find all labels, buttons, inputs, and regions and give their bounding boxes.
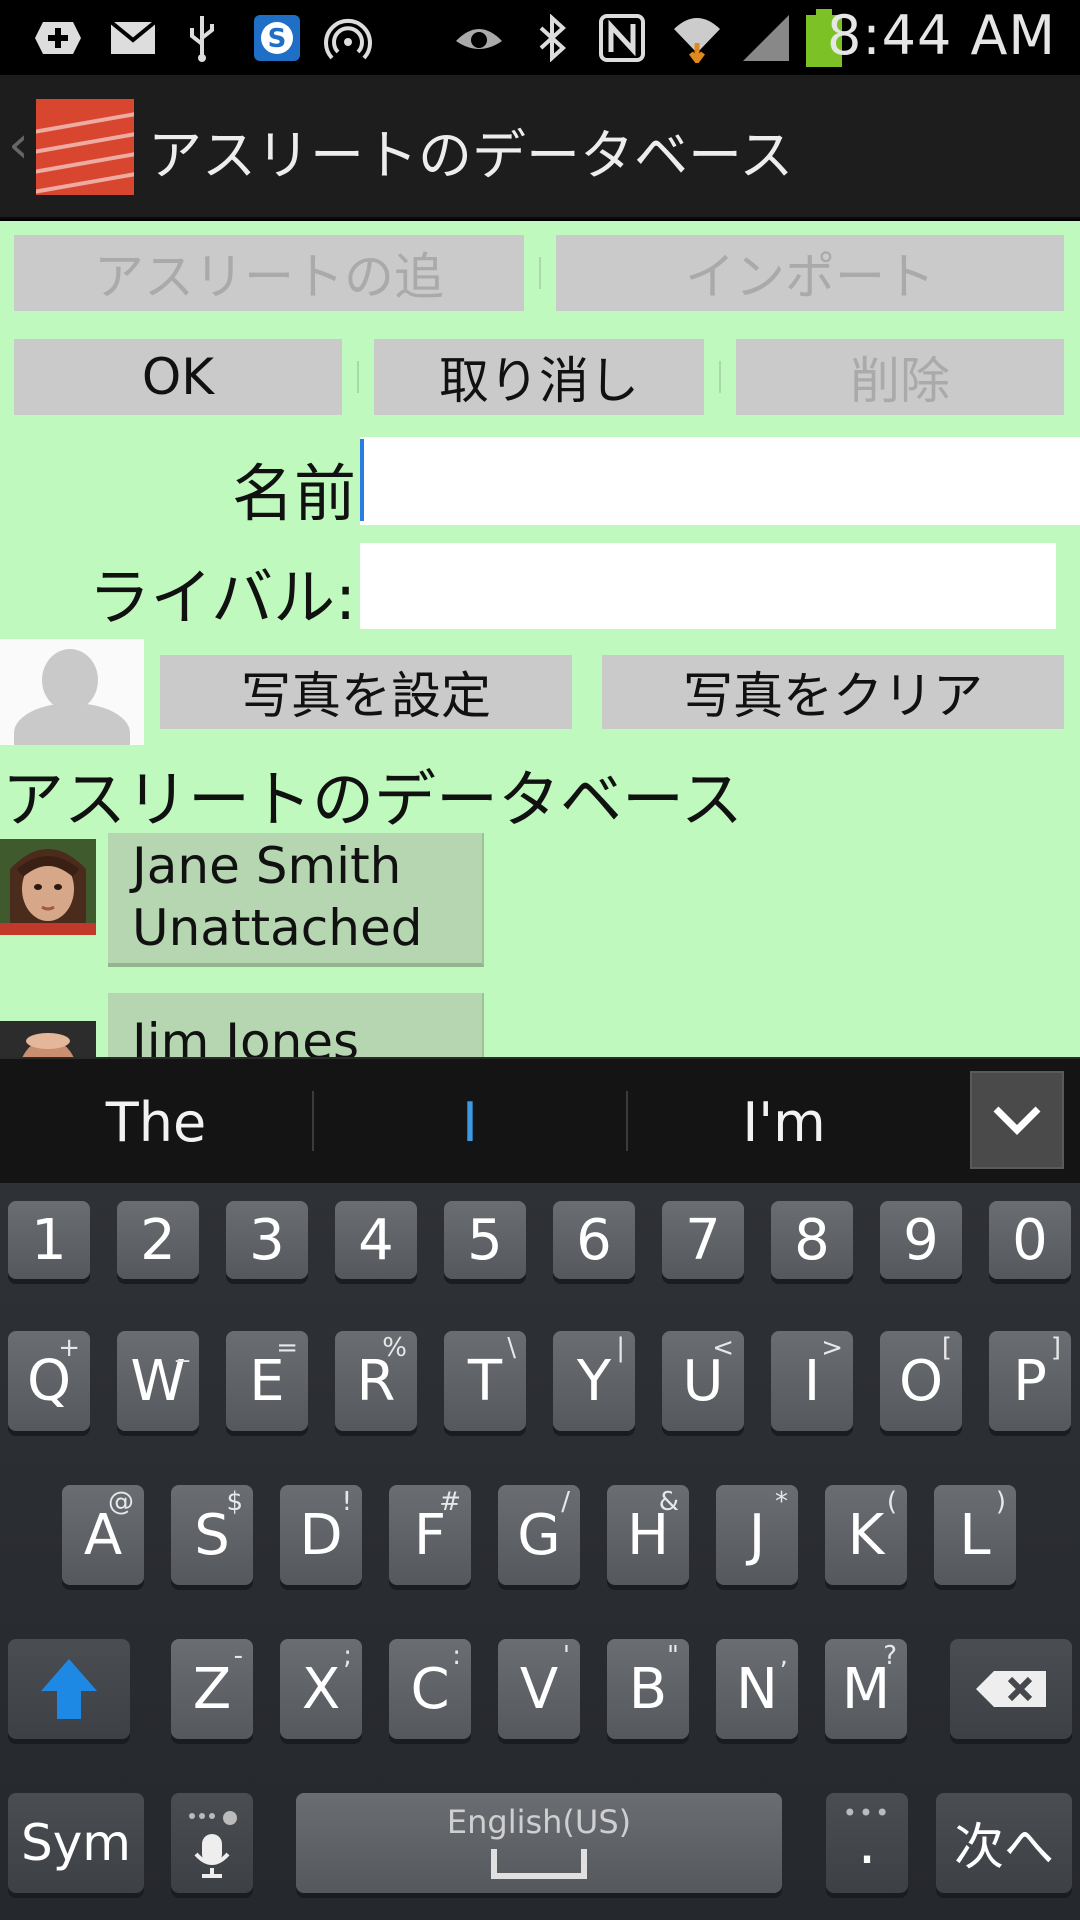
key-6[interactable]: 6 (553, 1201, 635, 1279)
suggestion-bar: The I I'm (0, 1057, 1080, 1183)
clear-photo-button[interactable]: 写真をクリア (602, 655, 1064, 729)
athlete-photo[interactable] (0, 839, 96, 935)
key-h[interactable]: & H (607, 1485, 689, 1585)
add-athlete-button[interactable]: アスリートの追 (14, 235, 524, 311)
period-key[interactable]: ••• . (826, 1793, 908, 1893)
action-bar: ‹ アスリートのデータベース (0, 75, 1080, 219)
set-photo-button[interactable]: 写真を設定 (160, 655, 572, 729)
key-i[interactable]: > I (771, 1331, 853, 1431)
key-1[interactable]: 1 (8, 1201, 90, 1279)
space-language-label: English(US) (446, 1803, 632, 1841)
backspace-icon (976, 1671, 1046, 1707)
skype-icon: S (252, 10, 302, 66)
status-bar: S 8:44 AM (0, 0, 1080, 75)
athlete-name: Jane Smith (132, 837, 402, 895)
app-logo-icon[interactable] (36, 99, 134, 195)
photo-placeholder (0, 639, 144, 745)
status-time: 8:44 AM (827, 4, 1056, 67)
key-9[interactable]: 9 (880, 1201, 962, 1279)
key-t[interactable]: \ T (444, 1331, 526, 1431)
key-l[interactable]: ) L (934, 1485, 1016, 1585)
sym-key[interactable]: Sym (8, 1793, 144, 1893)
chevron-down-icon (993, 1106, 1041, 1135)
athlete-form: アスリートの追 インポート OK 取り消し 削除 名前 ライバル: 写真を設定 … (0, 221, 1080, 1057)
athlete-name: Jim Jones (132, 1013, 360, 1057)
name-field[interactable] (360, 437, 1080, 525)
rival-label: ライバル: (88, 561, 356, 634)
key-4[interactable]: 4 (335, 1201, 417, 1279)
suggestion[interactable]: I'm (628, 1059, 940, 1185)
cancel-button[interactable]: 取り消し (374, 339, 704, 415)
key-f[interactable]: # F (389, 1485, 471, 1585)
backspace-key[interactable] (950, 1639, 1072, 1739)
app-title: アスリートのデータベース (148, 124, 794, 187)
athlete-photo[interactable] (0, 1021, 96, 1057)
bluetooth-icon (530, 10, 574, 66)
key-g[interactable]: / G (498, 1485, 580, 1585)
key-y[interactable]: | Y (553, 1331, 635, 1431)
key-m[interactable]: ? M (825, 1639, 907, 1739)
divider (719, 361, 721, 393)
key-w[interactable]: _ W (117, 1331, 199, 1431)
key-q[interactable]: + Q (8, 1331, 90, 1431)
key-3[interactable]: 3 (226, 1201, 308, 1279)
divider (357, 361, 359, 393)
nfc-icon (596, 10, 648, 66)
voice-input-key[interactable] (171, 1793, 253, 1893)
key-v[interactable]: ' V (498, 1639, 580, 1739)
key-5[interactable]: 5 (444, 1201, 526, 1279)
ok-button[interactable]: OK (14, 339, 342, 415)
text-cursor (360, 439, 364, 521)
next-key[interactable]: 次へ (936, 1793, 1072, 1893)
back-caret-icon[interactable]: ‹ (8, 115, 29, 175)
athlete-list-title: アスリートのデータベース (2, 763, 743, 836)
athlete-card[interactable]: Jim Jones (108, 993, 484, 1057)
delete-button[interactable]: 削除 (736, 339, 1064, 415)
key-u[interactable]: < U (662, 1331, 744, 1431)
hotspot-icon (322, 10, 374, 66)
space-bar-icon (491, 1849, 587, 1879)
suggestion[interactable]: The (0, 1059, 312, 1185)
key-0[interactable]: 0 (989, 1201, 1071, 1279)
key-k[interactable]: (K (825, 1485, 907, 1585)
key-r[interactable]: % R (335, 1331, 417, 1431)
svg-text:S: S (268, 24, 287, 54)
key-s[interactable]: $ S (171, 1485, 253, 1585)
key-o[interactable]: [O (880, 1331, 962, 1431)
space-key[interactable]: English(US) (296, 1793, 782, 1893)
import-button[interactable]: インポート (556, 235, 1064, 311)
key-p[interactable]: ] P (989, 1331, 1071, 1431)
eye-icon (452, 10, 506, 66)
key-z[interactable]: -Z (171, 1639, 253, 1739)
usb-icon (180, 10, 224, 66)
mail-icon (106, 10, 160, 66)
divider (539, 257, 541, 289)
microphone-icon (189, 1811, 237, 1878)
shift-arrow-icon (41, 1659, 97, 1719)
athlete-card[interactable]: Jane Smith Unattached (108, 833, 484, 967)
collapse-suggestions-button[interactable] (970, 1071, 1064, 1169)
signal-icon (740, 10, 792, 66)
name-label: 名前 (231, 457, 356, 530)
key-j[interactable]: * J (716, 1485, 798, 1585)
add-notification-icon (30, 10, 86, 66)
key-7[interactable]: 7 (662, 1201, 744, 1279)
key-x[interactable]: ; X (280, 1639, 362, 1739)
key-b[interactable]: " B (607, 1639, 689, 1739)
key-8[interactable]: 8 (771, 1201, 853, 1279)
wifi-icon (668, 10, 726, 66)
key-d[interactable]: ! D (280, 1485, 362, 1585)
key-2[interactable]: 2 (117, 1201, 199, 1279)
key-a[interactable]: @ A (62, 1485, 144, 1585)
key-n[interactable]: ,N (716, 1639, 798, 1739)
key-c[interactable]: :C (389, 1639, 471, 1739)
shift-key[interactable] (8, 1639, 130, 1739)
suggestion[interactable]: I (314, 1059, 626, 1185)
keyboard: 1 2 3 4 5 6 7 8 9 0 + Q _ W = E % R \ T | Y < U… (0, 1183, 1080, 1920)
rival-field[interactable] (360, 543, 1056, 629)
athlete-team: Unattached (132, 899, 423, 957)
key-e[interactable]: = E (226, 1331, 308, 1431)
